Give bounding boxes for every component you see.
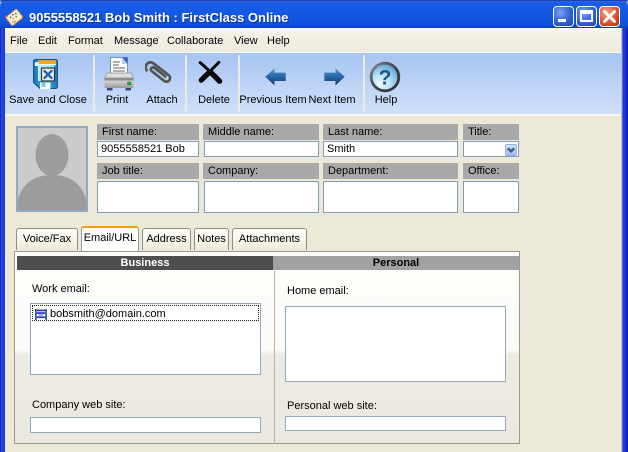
svg-text:?: ?: [379, 67, 392, 90]
